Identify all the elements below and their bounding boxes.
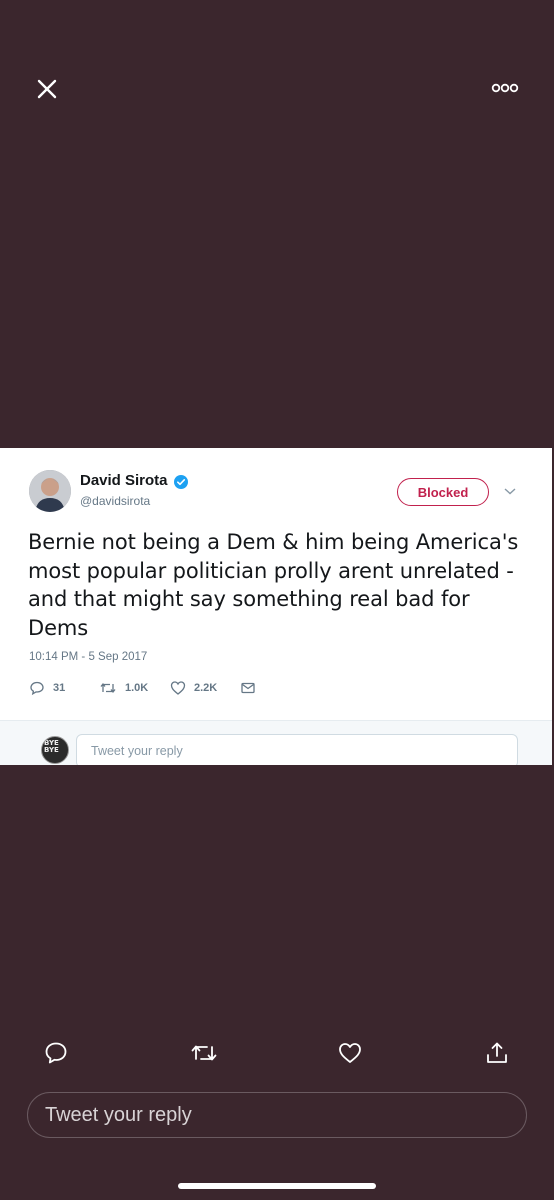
more-options-icon (491, 83, 519, 93)
retweet-icon (191, 1045, 217, 1061)
more-options-button[interactable] (490, 80, 520, 96)
tweet-text: Bernie not being a Dem & him being Ameri… (28, 530, 519, 640)
user-avatar: BYE BYE (41, 736, 69, 764)
reply-action[interactable]: 31 (29, 680, 65, 696)
avatar (29, 470, 71, 512)
retweet-count: 1.0K (125, 682, 149, 694)
heart-icon (170, 681, 186, 695)
verified-badge-icon (174, 475, 188, 489)
retweet-button[interactable] (190, 1041, 217, 1065)
reply-icon (30, 681, 44, 696)
reply-icon (45, 1042, 67, 1064)
like-count: 2.2K (194, 682, 218, 694)
author-name: David Sirota (80, 472, 168, 489)
home-indicator[interactable] (178, 1183, 376, 1189)
like-action[interactable]: 2.2K (170, 680, 217, 696)
reply-button[interactable] (44, 1041, 68, 1065)
blocked-button[interactable]: Blocked (397, 478, 489, 506)
retweet-action[interactable]: 1.0K (99, 680, 148, 696)
reply-input[interactable]: Tweet your reply (27, 1092, 527, 1138)
heart-icon (339, 1043, 361, 1063)
close-button[interactable] (34, 76, 60, 102)
tweet-timestamp: 10:14 PM - 5 Sep 2017 (29, 651, 148, 663)
reply-count: 31 (53, 682, 66, 694)
like-button[interactable] (338, 1041, 362, 1065)
tweet-reply-input[interactable]: Tweet your reply (76, 734, 518, 765)
share-button[interactable] (485, 1041, 509, 1065)
close-icon (37, 79, 57, 99)
author-handle: @davidsirota (80, 494, 151, 508)
chevron-down-icon[interactable] (503, 486, 517, 496)
direct-message-action[interactable] (240, 680, 256, 696)
mail-icon (241, 682, 255, 694)
share-icon (487, 1042, 507, 1063)
retweet-icon (100, 682, 116, 694)
tweet-image[interactable]: David Sirota @davidsirota Blocked Bernie… (0, 448, 552, 765)
